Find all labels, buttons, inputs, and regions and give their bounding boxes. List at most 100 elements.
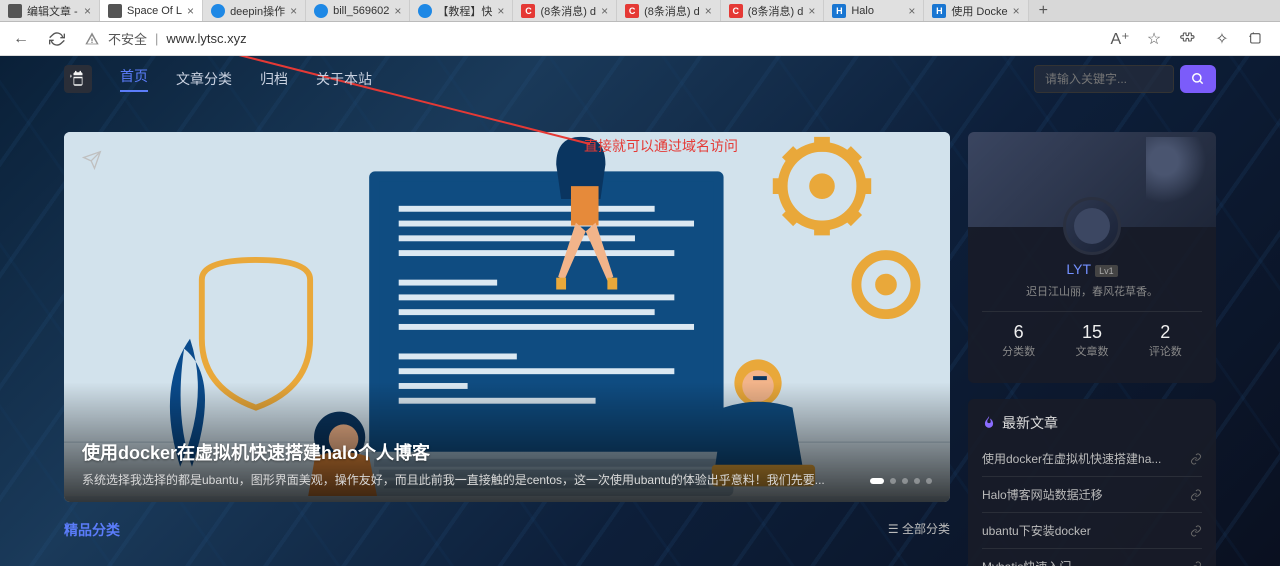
- stat-item: 6分类数: [1002, 322, 1035, 359]
- stat-label: 评论数: [1149, 343, 1182, 359]
- post-item[interactable]: 使用docker在虚拟机快速搭建ha...: [982, 441, 1202, 476]
- browser-tab[interactable]: H 使用 Docke ×: [924, 0, 1028, 21]
- favorite-icon[interactable]: ☆: [1144, 29, 1164, 49]
- send-icon: [82, 150, 102, 175]
- tab-close-icon[interactable]: ×: [394, 4, 401, 18]
- profile-card: LYTLv1 迟日江山丽，春风花草香。 6分类数 15文章数 2评论数: [968, 132, 1216, 383]
- latest-posts-card: 最新文章 使用docker在虚拟机快速搭建ha... Halo博客网站数据迁移 ub…: [968, 399, 1216, 566]
- tab-favicon: H: [832, 4, 846, 18]
- section-featured: 精品分类 ☰ 全部分类: [64, 520, 950, 540]
- stat-label: 文章数: [1075, 343, 1108, 359]
- hero-banner[interactable]: 直接就可以通过域名访问: [64, 132, 950, 502]
- extensions-icon[interactable]: [1178, 29, 1198, 49]
- featured-label: 精品分类: [64, 520, 120, 540]
- stat-number: 15: [1075, 322, 1108, 343]
- browser-tab[interactable]: Space Of L ×: [100, 0, 203, 21]
- collections-icon[interactable]: [1246, 29, 1266, 49]
- link-icon: [1190, 525, 1202, 537]
- post-title: 使用docker在虚拟机快速搭建ha...: [982, 450, 1161, 467]
- tab-close-icon[interactable]: ×: [84, 4, 91, 18]
- url-bar[interactable]: 不安全 | www.lytsc.xyz: [80, 29, 1100, 48]
- warning-icon: [84, 31, 100, 47]
- bio: 迟日江山丽，春风花草香。: [982, 283, 1202, 299]
- post-title: Mybatis快速入门: [982, 558, 1071, 566]
- tab-title: (8条消息) d: [748, 3, 804, 19]
- search-input[interactable]: [1034, 65, 1174, 93]
- post-item[interactable]: Mybatis快速入门: [982, 548, 1202, 566]
- nav-categories[interactable]: 文章分类: [176, 69, 232, 89]
- tab-favicon: [211, 4, 225, 18]
- flame-icon: [982, 415, 996, 432]
- browser-toolbar-icons: A⁺ ☆ ✧: [1110, 29, 1272, 49]
- tab-close-icon[interactable]: ×: [290, 4, 297, 18]
- tab-favicon: [108, 4, 122, 18]
- browser-tab[interactable]: 【教程】快 ×: [410, 0, 513, 21]
- tab-title: (8条消息) d: [540, 3, 596, 19]
- tab-close-icon[interactable]: ×: [908, 4, 915, 18]
- favorites-menu-icon[interactable]: ✧: [1212, 29, 1232, 49]
- banner-text: 使用docker在虚拟机快速搭建halo个人博客 系统选择我选择的都是ubant…: [82, 439, 890, 488]
- browser-tab[interactable]: 编辑文章 - ×: [0, 0, 100, 21]
- search-wrap: [1034, 65, 1216, 93]
- url-text: www.lytsc.xyz: [166, 31, 246, 46]
- tab-close-icon[interactable]: ×: [187, 4, 194, 18]
- tab-close-icon[interactable]: ×: [497, 4, 504, 18]
- all-categories-link[interactable]: ☰ 全部分类: [888, 520, 950, 540]
- stat-number: 2: [1149, 322, 1182, 343]
- stat-item: 15文章数: [1075, 322, 1108, 359]
- nav-about[interactable]: 关于本站: [316, 69, 372, 89]
- browser-tab[interactable]: bill_569602 ×: [306, 0, 410, 21]
- stat-label: 分类数: [1002, 343, 1035, 359]
- new-tab-button[interactable]: +: [1029, 0, 1058, 21]
- nav-archive[interactable]: 归档: [260, 69, 288, 89]
- stat-number: 6: [1002, 322, 1035, 343]
- reader-icon[interactable]: A⁺: [1110, 29, 1130, 49]
- tab-favicon: H: [932, 4, 946, 18]
- browser-tab[interactable]: C(8条消息) d×: [617, 0, 721, 21]
- nav-home[interactable]: 首页: [120, 66, 148, 92]
- tab-favicon: [8, 4, 22, 18]
- card-title: 最新文章: [982, 413, 1202, 433]
- tab-close-icon[interactable]: ×: [705, 4, 712, 18]
- search-icon: [1191, 72, 1205, 86]
- banner-title: 使用docker在虚拟机快速搭建halo个人博客: [82, 439, 890, 465]
- main-content: 直接就可以通过域名访问: [0, 102, 1280, 566]
- site-logo[interactable]: [64, 65, 92, 93]
- tab-title: 使用 Docke: [951, 3, 1007, 19]
- tab-close-icon[interactable]: ×: [1013, 4, 1020, 18]
- tab-title: 【教程】快: [437, 3, 492, 19]
- search-button[interactable]: [1180, 65, 1216, 93]
- post-item[interactable]: ubantu下安装docker: [982, 512, 1202, 548]
- link-icon: [1190, 561, 1202, 566]
- tab-title: Space Of L: [127, 5, 182, 17]
- browser-tab[interactable]: C (8条消息) d ×: [513, 0, 617, 21]
- post-title: Halo博客网站数据迁移: [982, 486, 1103, 503]
- refresh-button[interactable]: [44, 26, 70, 52]
- tab-title: bill_569602: [333, 5, 389, 17]
- level-badge: Lv1: [1095, 265, 1118, 277]
- tab-favicon: C: [521, 4, 535, 18]
- tab-title: 编辑文章 -: [27, 3, 79, 19]
- browser-tab[interactable]: C (8条消息) d ×: [721, 0, 825, 21]
- page-body: 首页 文章分类 归档 关于本站 直接就可以通过域名访问: [0, 56, 1280, 566]
- post-item[interactable]: Halo博客网站数据迁移: [982, 476, 1202, 512]
- topnav: 首页 文章分类 归档 关于本站: [0, 56, 1280, 102]
- annotation-text: 直接就可以通过域名访问: [584, 136, 738, 156]
- back-button[interactable]: ←: [8, 26, 34, 52]
- tab-favicon: [418, 4, 432, 18]
- tab-title: (8条消息) d: [644, 3, 700, 19]
- tab-title: Halo: [851, 5, 903, 17]
- browser-tab[interactable]: deepin操作×: [203, 0, 306, 21]
- link-icon: [1190, 453, 1202, 465]
- browser-tab[interactable]: H Halo ×: [824, 0, 924, 21]
- link-icon: [1190, 489, 1202, 501]
- carousel-dots[interactable]: [870, 478, 932, 484]
- address-bar: ← 不安全 | www.lytsc.xyz A⁺ ☆ ✧: [0, 22, 1280, 56]
- tab-close-icon[interactable]: ×: [808, 4, 815, 18]
- tab-favicon: C: [729, 4, 743, 18]
- username[interactable]: LYTLv1: [982, 261, 1202, 277]
- tab-favicon: [314, 4, 328, 18]
- banner-desc: 系统选择我选择的都是ubantu，图形界面美观，操作友好，而且此前我一直接触的是…: [82, 471, 890, 488]
- avatar[interactable]: [1063, 197, 1121, 255]
- tab-close-icon[interactable]: ×: [601, 4, 608, 18]
